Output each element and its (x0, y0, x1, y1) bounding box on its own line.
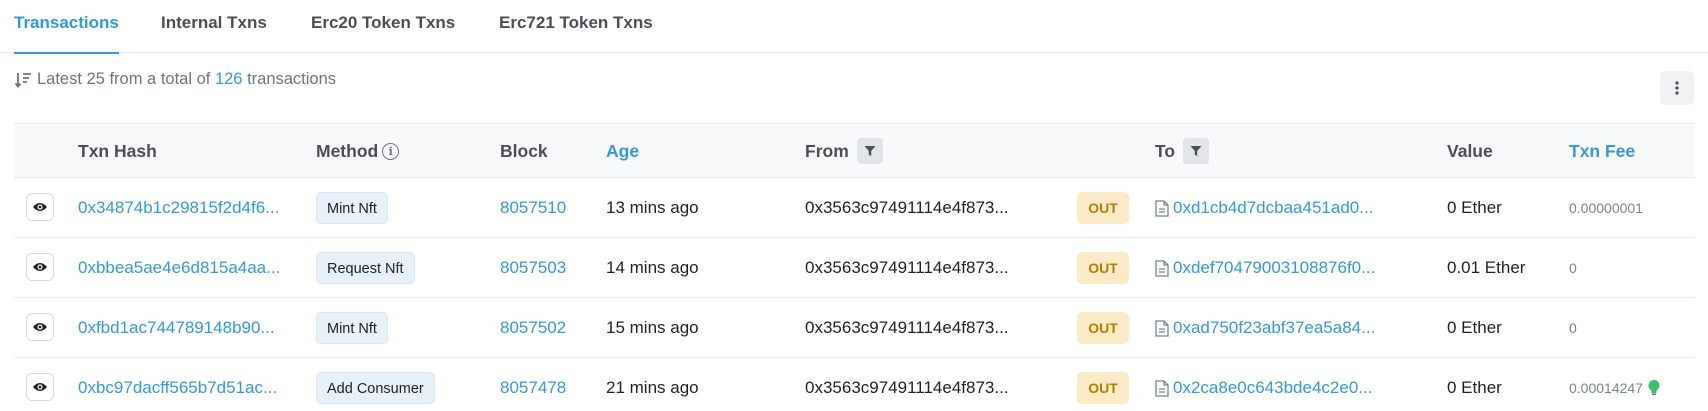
txn-fee-text: 0 (1569, 260, 1577, 276)
to-cell: 0xdef70479003108876f0... (1155, 238, 1375, 298)
table-row: 0xbc97dacff565b7d51ac... Add Consumer 80… (14, 358, 1695, 411)
to-address-link[interactable]: 0x2ca8e0c643bde4c2e0... (1173, 378, 1372, 398)
method-cell: Mint Nft (316, 178, 388, 238)
view-details-button[interactable] (26, 193, 54, 221)
out-badge: OUT (1077, 252, 1129, 284)
col-block: Block (500, 141, 548, 161)
col-from-label: From (805, 141, 849, 161)
tab-transactions[interactable]: Transactions (14, 0, 119, 54)
txn-hash-link[interactable]: 0xfbd1ac744789148b90... (78, 298, 275, 358)
eye-icon (33, 323, 47, 331)
value-text: 0 Ether (1447, 198, 1502, 217)
sort-desc-icon (14, 72, 31, 88)
txn-fee-cell: 0.00014247 (1569, 358, 1661, 411)
lightbulb-icon[interactable] (1647, 379, 1661, 397)
txn-hash-link[interactable]: 0xbbea5ae4e6d815a4aa... (78, 238, 280, 298)
table-row: 0xfbd1ac744789148b90... Mint Nft 8057502… (14, 298, 1695, 358)
age-text: 13 mins ago (606, 198, 699, 217)
age-text: 21 mins ago (606, 378, 699, 397)
method-badge: Mint Nft (316, 192, 388, 224)
txn-hash-link[interactable]: 0xbc97dacff565b7d51ac... (78, 358, 277, 411)
document-icon (1155, 319, 1169, 337)
method-cell: Request Nft (316, 238, 415, 298)
view-details-button[interactable] (26, 373, 54, 401)
funnel-icon (864, 146, 876, 156)
info-icon[interactable]: i (382, 142, 400, 160)
method-cell: Mint Nft (316, 298, 388, 358)
direction-cell: OUT (1077, 358, 1129, 411)
to-address-link[interactable]: 0xd1cb4d7dcbaa451ad0... (1173, 198, 1373, 218)
method-badge: Request Nft (316, 252, 415, 284)
out-badge: OUT (1077, 312, 1129, 344)
out-badge: OUT (1077, 192, 1129, 224)
tab-internal-txns[interactable]: Internal Txns (161, 0, 267, 53)
to-address-link[interactable]: 0xad750f23abf37ea5a84... (1173, 318, 1375, 338)
document-icon (1155, 199, 1169, 217)
txn-fee-text: 0.00000001 (1569, 200, 1643, 216)
out-badge: OUT (1077, 372, 1129, 404)
col-to-label: To (1155, 141, 1176, 161)
from-address: 0x3563c97491114e4f873... (805, 378, 1009, 397)
col-method: Method i (316, 124, 400, 178)
method-cell: Add Consumer (316, 358, 435, 411)
transactions-table: Txn Hash Method i Block Age From To Valu… (14, 123, 1695, 411)
value-text: 0 Ether (1447, 318, 1502, 337)
block-link[interactable]: 8057478 (500, 358, 566, 411)
col-age[interactable]: Age (606, 124, 639, 178)
txn-fee-text: 0 (1569, 320, 1577, 336)
col-value: Value (1447, 141, 1493, 161)
txn-fee-text: 0.00014247 (1569, 380, 1643, 396)
direction-cell: OUT (1077, 298, 1129, 358)
eye-icon (33, 263, 47, 271)
txn-hash-link[interactable]: 0x34874b1c29815f2d4f6... (78, 178, 279, 238)
from-address: 0x3563c97491114e4f873... (805, 198, 1009, 217)
value-text: 0 Ether (1447, 378, 1502, 397)
from-address: 0x3563c97491114e4f873... (805, 258, 1009, 277)
to-filter-button[interactable] (1183, 138, 1210, 164)
block-link[interactable]: 8057503 (500, 238, 566, 298)
direction-cell: OUT (1077, 178, 1129, 238)
view-details-button[interactable] (26, 313, 54, 341)
table-row: 0xbbea5ae4e6d815a4aa... Request Nft 8057… (14, 238, 1695, 298)
to-address-link[interactable]: 0xdef70479003108876f0... (1173, 258, 1375, 278)
direction-cell: OUT (1077, 238, 1129, 298)
funnel-icon (1190, 146, 1202, 156)
tab-erc20-token-txns[interactable]: Erc20 Token Txns (311, 0, 455, 53)
document-icon (1155, 379, 1169, 397)
summary-prefix: Latest 25 from a total of (37, 70, 211, 88)
summary-suffix: transactions (247, 70, 337, 88)
vertical-dots-icon (1675, 81, 1679, 95)
age-text: 14 mins ago (606, 258, 699, 277)
col-method-label: Method (316, 141, 379, 161)
col-txn-fee[interactable]: Txn Fee (1569, 124, 1635, 178)
to-cell: 0xd1cb4d7dcbaa451ad0... (1155, 178, 1373, 238)
more-options-button[interactable] (1660, 71, 1694, 105)
summary-total[interactable]: 126 (215, 70, 243, 89)
transactions-summary: Latest 25 from a total of 126 transactio… (14, 70, 336, 89)
eye-icon (33, 383, 47, 391)
col-from: From (805, 124, 883, 178)
table-row: 0x34874b1c29815f2d4f6... Mint Nft 805751… (14, 178, 1695, 238)
block-link[interactable]: 8057510 (500, 178, 566, 238)
block-link[interactable]: 8057502 (500, 298, 566, 358)
to-cell: 0x2ca8e0c643bde4c2e0... (1155, 358, 1372, 411)
table-header: Txn Hash Method i Block Age From To Valu… (14, 123, 1695, 178)
eye-icon (33, 203, 47, 211)
value-text: 0.01 Ether (1447, 258, 1526, 277)
view-details-button[interactable] (26, 253, 54, 281)
col-to: To (1155, 124, 1210, 178)
from-filter-button[interactable] (856, 138, 883, 164)
age-text: 15 mins ago (606, 318, 699, 337)
to-cell: 0xad750f23abf37ea5a84... (1155, 298, 1375, 358)
col-txn-hash: Txn Hash (78, 141, 157, 161)
method-badge: Mint Nft (316, 312, 388, 344)
document-icon (1155, 259, 1169, 277)
method-badge: Add Consumer (316, 372, 435, 404)
tab-bar: Transactions Internal Txns Erc20 Token T… (0, 0, 1708, 54)
tab-erc721-token-txns[interactable]: Erc721 Token Txns (499, 0, 653, 53)
from-address: 0x3563c97491114e4f873... (805, 318, 1009, 337)
